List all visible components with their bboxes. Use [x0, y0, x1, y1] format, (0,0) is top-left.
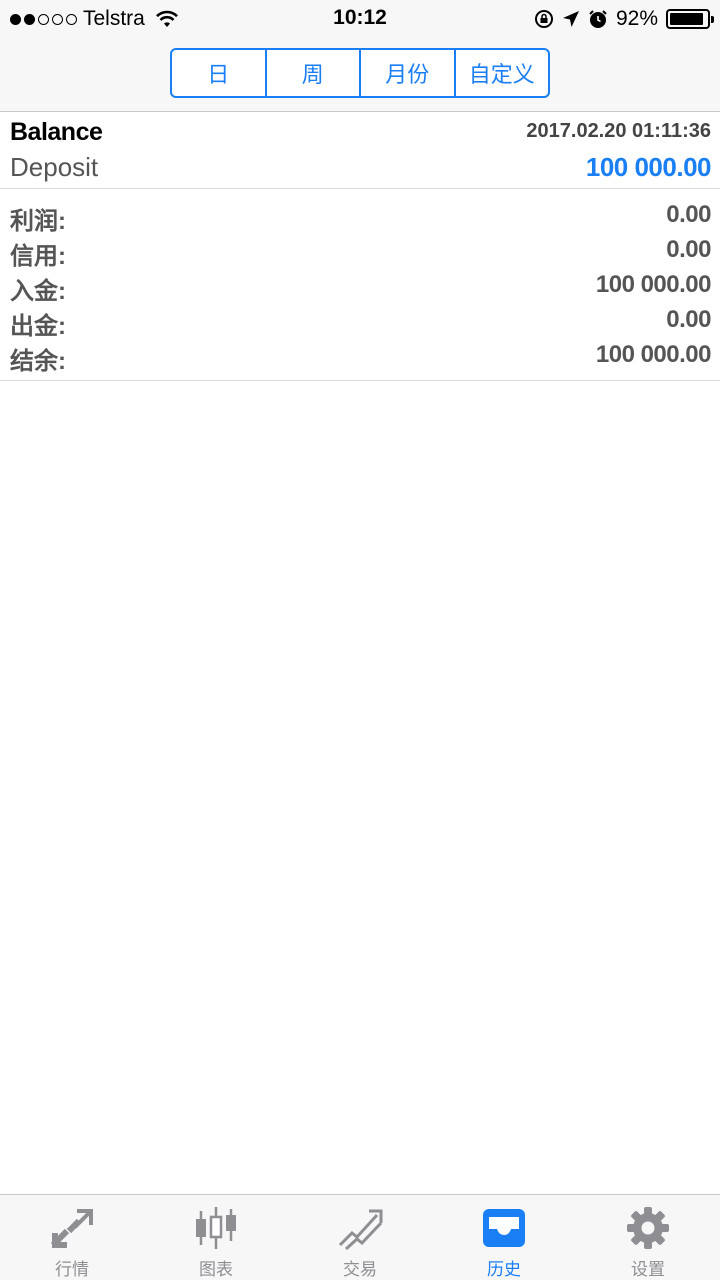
tab-label: 交易 — [343, 1260, 377, 1279]
status-right: 92% — [534, 6, 714, 32]
record-comment: Deposit — [10, 152, 99, 182]
bottom-tab-bar: 行情 图表 交易 历史 设置 — [0, 1194, 720, 1280]
summary-row-withdrawal: 出金: 0.00 — [0, 304, 720, 340]
record-type: Balance — [10, 118, 103, 146]
status-bar: Telstra 10:12 92% — [0, 0, 720, 38]
summary-value: 0.00 — [666, 306, 711, 333]
tab-label: 图表 — [199, 1260, 233, 1279]
tab-charts[interactable]: 图表 — [144, 1195, 288, 1280]
summary-row-credit: 信用: 0.00 — [0, 234, 720, 270]
summary-row-deposit: 入金: 100 000.00 — [0, 269, 720, 305]
alarm-icon — [589, 10, 607, 28]
candlestick-chart-icon — [192, 1204, 240, 1252]
period-header: 日 周 月份 自定义 — [0, 38, 720, 112]
summary-value: 0.00 — [666, 201, 711, 228]
summary-label: 入金: — [10, 278, 66, 305]
tab-label: 行情 — [55, 1260, 89, 1279]
location-arrow-icon — [562, 11, 579, 27]
summary-value: 0.00 — [666, 236, 711, 263]
tab-label: 设置 — [631, 1260, 665, 1279]
summary-row-balance: 结余: 100 000.00 — [0, 339, 720, 375]
segment-custom[interactable]: 自定义 — [456, 50, 549, 96]
summary-label: 出金: — [10, 313, 66, 340]
quotes-arrows-icon — [48, 1204, 96, 1252]
summary-value: 100 000.00 — [595, 271, 712, 298]
summary-label: 结余: — [10, 348, 66, 375]
summary-row-profit: 利润: 0.00 — [0, 199, 720, 235]
segment-month[interactable]: 月份 — [361, 50, 456, 96]
battery-percentage: 92% — [615, 7, 658, 30]
rotation-lock-icon — [534, 10, 553, 28]
battery-icon — [666, 9, 714, 29]
record-amount: 100 000.00 — [585, 152, 712, 182]
segment-day[interactable]: 日 — [172, 50, 267, 96]
tab-history[interactable]: 历史 — [432, 1195, 576, 1280]
tab-settings[interactable]: 设置 — [576, 1195, 720, 1280]
trade-chart-icon — [336, 1204, 384, 1252]
history-record[interactable]: Balance 2017.02.20 01:11:36 Deposit 100 … — [0, 113, 720, 189]
summary-label: 信用: — [10, 243, 66, 270]
period-segmented-control: 日 周 月份 自定义 — [170, 48, 550, 98]
tab-label: 历史 — [487, 1260, 521, 1279]
summary-label: 利润: — [10, 208, 66, 235]
segment-week[interactable]: 周 — [267, 50, 361, 96]
summary-value: 100 000.00 — [595, 341, 712, 368]
gear-icon — [624, 1204, 672, 1252]
tab-quotes[interactable]: 行情 — [0, 1195, 144, 1280]
history-inbox-icon — [480, 1204, 528, 1252]
record-datetime: 2017.02.20 01:11:36 — [526, 120, 711, 142]
tab-trade[interactable]: 交易 — [288, 1195, 432, 1280]
history-summary: 利润: 0.00 信用: 0.00 入金: 100 000.00 出金: 0.0… — [0, 199, 720, 381]
